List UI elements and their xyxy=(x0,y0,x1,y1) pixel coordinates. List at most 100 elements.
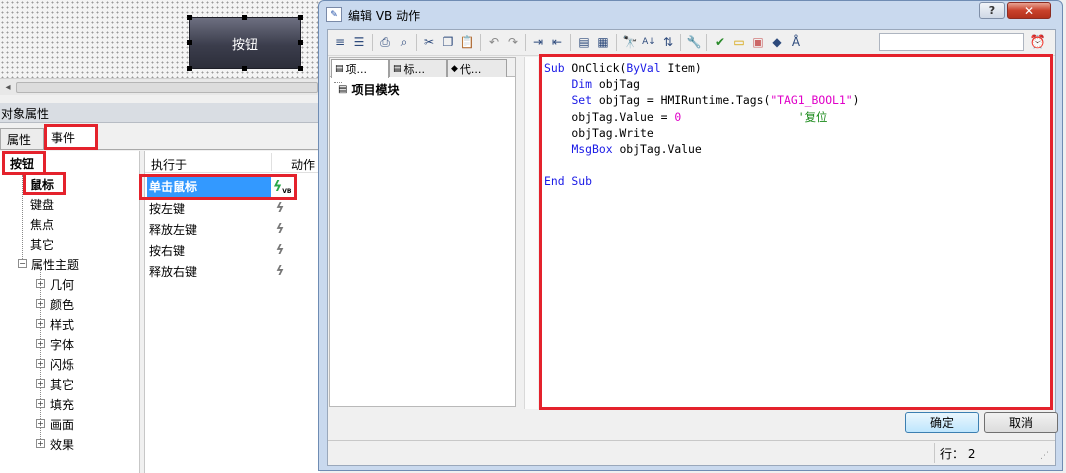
hmi-button-label: 按钮 xyxy=(231,37,258,53)
expand-icon[interactable]: + xyxy=(36,359,45,368)
tab-properties[interactable]: 属性 xyxy=(0,128,44,149)
tag-selection-icon[interactable]: 🔧 xyxy=(685,33,703,51)
clock-icon[interactable]: ⏰ xyxy=(1029,33,1047,51)
tree-item-misc[interactable]: 其它 xyxy=(50,374,74,394)
cut-icon[interactable]: ✂ xyxy=(420,33,438,51)
module-icon[interactable]: ▣ xyxy=(749,33,767,51)
expand-icon[interactable]: + xyxy=(36,419,45,428)
event-row-right-up[interactable]: 释放右键 xyxy=(147,261,317,282)
comment-icon[interactable]: ≡ xyxy=(331,33,349,51)
selection-handle[interactable] xyxy=(298,66,303,71)
code-line[interactable]: MsgBox objTag.Value xyxy=(544,141,859,157)
tree-item-effects[interactable]: 效果 xyxy=(50,434,74,454)
tree-item-fill[interactable]: 填充 xyxy=(50,394,74,414)
code-line[interactable]: Set objTag = HMIRuntime.Tags("TAG1_BOOL1… xyxy=(544,92,859,108)
event-row-left-up[interactable]: 释放左键 xyxy=(147,219,317,240)
tree-item-focus[interactable]: 焦点 xyxy=(30,214,54,234)
tree-item-color[interactable]: 颜色 xyxy=(50,294,74,314)
expand-icon[interactable]: + xyxy=(36,339,45,348)
column-header-action[interactable]: 动作 xyxy=(291,156,315,173)
redo-icon[interactable]: ↷ xyxy=(504,33,522,51)
help-button[interactable]: ? xyxy=(979,2,1005,19)
selection-handle[interactable] xyxy=(242,66,247,71)
indent-list-icon[interactable]: ☰ xyxy=(350,33,368,51)
code-text[interactable]: Sub OnClick(ByVal Item) Dim objTag Set o… xyxy=(544,60,859,190)
code-editor[interactable]: Sub OnClick(ByVal Item) Dim objTag Set o… xyxy=(539,54,1053,410)
code-token: MsgBox xyxy=(571,141,613,156)
tree-item-other[interactable]: 其它 xyxy=(30,234,54,254)
lightning-icon[interactable]: ϟ xyxy=(273,221,287,237)
hmi-button-object[interactable]: 按钮 xyxy=(189,17,301,69)
scroll-left-icon[interactable]: ◂ xyxy=(2,80,14,94)
tree-item-picture[interactable]: 画面 xyxy=(50,414,74,434)
expand-icon[interactable]: + xyxy=(36,439,45,448)
tree-item-label: 键盘 xyxy=(30,197,55,212)
replace-icon[interactable]: A↓ xyxy=(640,33,658,51)
close-button[interactable]: ✕ xyxy=(1007,2,1051,19)
ok-button[interactable]: 确定 xyxy=(905,412,979,433)
tab-standard[interactable]: ▤ 标... xyxy=(389,59,447,77)
code-line[interactable]: End Sub xyxy=(544,173,859,189)
tree-item-flashing[interactable]: 闪烁 xyxy=(50,354,74,374)
selection-handle[interactable] xyxy=(187,15,192,20)
resize-grip-icon[interactable]: ⋰ xyxy=(1040,451,1052,463)
properties-panel-title: 对象属性 xyxy=(0,103,320,123)
column-divider xyxy=(271,153,272,171)
code-line[interactable]: objTag.Write xyxy=(544,125,859,141)
lightning-icon[interactable]: ϟ xyxy=(273,263,287,279)
object-icon[interactable]: ◆ xyxy=(768,33,786,51)
collapse-icon[interactable]: − xyxy=(18,259,27,268)
syntax-check-icon[interactable]: ✔ xyxy=(711,33,729,51)
font-icon[interactable]: Å xyxy=(787,33,805,51)
event-label: 按左键 xyxy=(149,202,186,216)
expand-icon[interactable]: + xyxy=(36,399,45,408)
outdent-icon[interactable]: ⇤ xyxy=(548,33,566,51)
nav-item-project-module[interactable]: ▤ 项目模块 xyxy=(338,81,399,98)
vb-editor-icon: ✎ xyxy=(326,7,342,22)
expand-icon[interactable]: + xyxy=(36,279,45,288)
highlight-box xyxy=(23,172,66,195)
selection-handle[interactable] xyxy=(298,15,303,20)
tree-item-font[interactable]: 字体 xyxy=(50,334,74,354)
code-line[interactable]: objTag.Value = 0 '复位 xyxy=(544,109,859,125)
find-icon[interactable]: 🔭 xyxy=(621,33,639,51)
toolbar-search-input[interactable] xyxy=(879,33,1024,51)
tab-code[interactable]: ◆ 代... xyxy=(447,59,507,77)
tree-item-geometry[interactable]: 几何 xyxy=(50,274,74,294)
tree-item-keyboard[interactable]: 键盘 xyxy=(30,194,54,214)
print-icon[interactable]: ⎙ xyxy=(376,33,394,51)
column-header-trigger[interactable]: 执行于 xyxy=(151,156,187,173)
goto-icon[interactable]: ⇅ xyxy=(659,33,677,51)
print-preview-icon[interactable]: ⌕ xyxy=(395,33,413,51)
horizontal-scrollbar[interactable]: ◂ xyxy=(0,78,320,95)
selection-handle[interactable] xyxy=(187,66,192,71)
selection-handle[interactable] xyxy=(242,15,247,20)
copy-icon[interactable]: ❐ xyxy=(439,33,457,51)
tree-item-label: 其它 xyxy=(30,237,55,252)
module-icon: ▤ xyxy=(393,63,402,74)
tab-project[interactable]: ▤ 项... xyxy=(331,59,389,78)
lightning-icon[interactable]: ϟ xyxy=(273,242,287,258)
indent-icon[interactable]: ⇥ xyxy=(529,33,547,51)
lightning-icon[interactable]: ϟ xyxy=(273,200,287,216)
scroll-thumb[interactable] xyxy=(16,82,318,93)
code-line[interactable] xyxy=(544,157,859,173)
undo-icon[interactable]: ↶ xyxy=(485,33,503,51)
dialog-title-bar[interactable]: ✎ 编辑 VB 动作 ? ✕ xyxy=(319,1,1064,29)
expand-icon[interactable]: + xyxy=(36,299,45,308)
format-icon[interactable]: ▤ xyxy=(575,33,593,51)
folder-icon[interactable]: ▭ xyxy=(730,33,748,51)
expand-icon[interactable]: + xyxy=(36,379,45,388)
event-row-left-down[interactable]: 按左键 xyxy=(147,198,317,219)
bookmark-icon[interactable]: ▦ xyxy=(594,33,612,51)
selection-handle[interactable] xyxy=(187,40,192,45)
cancel-button[interactable]: 取消 xyxy=(984,412,1058,433)
selection-handle[interactable] xyxy=(298,40,303,45)
expand-icon[interactable]: + xyxy=(36,319,45,328)
paste-icon[interactable]: 📋 xyxy=(458,33,476,51)
event-row-right-down[interactable]: 按右键 xyxy=(147,240,317,261)
code-line[interactable]: Sub OnClick(ByVal Item) xyxy=(544,60,859,76)
tree-item-style[interactable]: 样式 xyxy=(50,314,74,334)
tree-group-property-topics[interactable]: 属性主题 xyxy=(31,254,79,274)
code-line[interactable]: Dim objTag xyxy=(544,76,859,92)
